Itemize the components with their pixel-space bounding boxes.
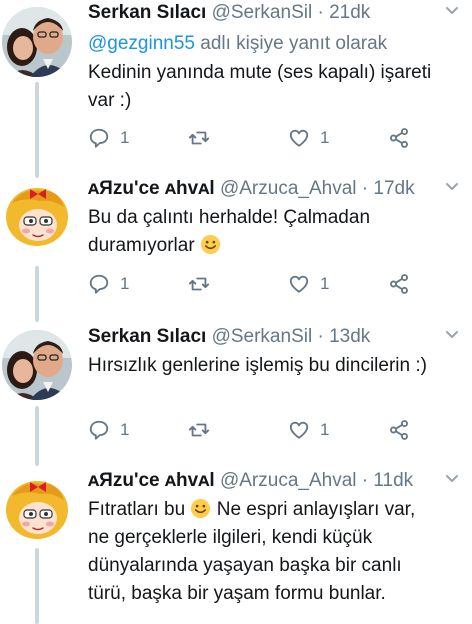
tweet-text-line: Bu da çalıntı herhalde! Çalmadan <box>88 207 371 228</box>
reply-count: 1 <box>120 274 130 293</box>
timestamp[interactable]: 21dk <box>329 2 370 23</box>
tweet[interactable]: ᴀЯzu'ce ᴀhvᴀl @Arzuca_Ahval · 17dk Bu da… <box>0 176 472 306</box>
retweet-icon <box>188 131 210 145</box>
tweet-actions: 1 1 <box>88 126 428 150</box>
tweet-text: Bu da çalıntı herhalde! Çalmadan duramıy… <box>88 204 466 260</box>
share-icon <box>390 420 408 440</box>
avatar[interactable] <box>2 330 72 400</box>
share-icon <box>390 128 408 148</box>
reply-icon <box>89 128 109 148</box>
like-button[interactable]: 1 <box>288 126 329 150</box>
tweet-text-line: Fıtratları bu <box>88 499 186 520</box>
mention-link[interactable]: @gezginn55 <box>88 33 195 54</box>
chevron-down-icon[interactable] <box>444 470 460 486</box>
separator: · <box>361 470 369 491</box>
author-handle[interactable]: @SerkanSil <box>212 2 313 23</box>
share-icon <box>390 274 408 294</box>
author-handle[interactable]: @SerkanSil <box>212 326 313 347</box>
reply-button[interactable]: 1 <box>88 126 129 150</box>
chevron-down-icon[interactable] <box>444 2 460 18</box>
tweet-text-line: dünyalarında yaşayan başka bir canlı <box>88 555 402 576</box>
tweet-text-line: Kedinin yanında mute (ses kapalı) işaret… <box>88 62 432 83</box>
reply-context: @gezginn55 adlı kişiye yanıt olarak <box>88 30 466 58</box>
smiling-emoji <box>200 234 220 255</box>
tweet-text: Fıtratları bu Ne espri anlayışları var, … <box>88 496 466 608</box>
reply-icon <box>89 420 109 440</box>
timestamp[interactable]: 17dk <box>373 178 414 199</box>
tweet-text-line: Ne espri anlayışları var, <box>216 499 416 520</box>
author-handle[interactable]: @Arzuca_Ahval <box>220 470 357 491</box>
like-icon <box>289 129 309 147</box>
reply-count: 1 <box>120 420 130 439</box>
tweet-header: Serkan Sılacı @SerkanSil · 13dk <box>88 324 466 350</box>
tweet-header: Serkan Sılacı @SerkanSil · 21dk <box>88 0 466 26</box>
tweet-text: Kedinin yanında mute (ses kapalı) işaret… <box>88 59 466 115</box>
chevron-down-icon[interactable] <box>444 178 460 194</box>
share-button[interactable] <box>388 126 410 150</box>
retweet-button[interactable] <box>188 126 210 150</box>
chevron-down-icon[interactable] <box>444 326 460 342</box>
retweet-icon <box>188 277 210 291</box>
like-count: 1 <box>320 420 330 439</box>
retweet-button[interactable] <box>188 418 210 442</box>
timestamp[interactable]: 11dk <box>373 470 413 491</box>
avatar[interactable] <box>2 474 72 544</box>
retweet-icon <box>188 423 210 437</box>
timestamp[interactable]: 13dk <box>329 326 370 347</box>
separator: · <box>317 326 324 347</box>
tweet-text-line: türü, başka bir yaşam formu bunlar. <box>88 583 386 604</box>
author-handle[interactable]: @Arzuca_Ahval <box>220 178 357 199</box>
share-button[interactable] <box>388 272 410 296</box>
tweet-text-line: duramıyorlar <box>88 235 195 256</box>
reply-context-text: adlı kişiye yanıt olarak <box>194 33 388 54</box>
like-icon <box>289 275 309 293</box>
retweet-button[interactable] <box>188 272 210 296</box>
tweet-header: ᴀЯzu'ce ᴀhvᴀl @Arzuca_Ahval · 11dk <box>88 468 466 494</box>
tweet[interactable]: Serkan Sılacı @SerkanSil · 21dk @gezginn… <box>0 0 472 160</box>
tweet-header: ᴀЯzu'ce ᴀhvᴀl @Arzuca_Ahval · 17dk <box>88 176 466 202</box>
separator: · <box>361 178 369 199</box>
author-name[interactable]: Serkan Sılacı <box>88 2 206 23</box>
tweet-actions: 1 1 <box>88 418 428 442</box>
like-button[interactable]: 1 <box>288 418 329 442</box>
tweet-text: Hırsızlık genlerine işlemiş bu dincileri… <box>88 352 466 380</box>
like-icon <box>289 421 309 439</box>
tweet-text-line: var :) <box>88 90 132 111</box>
tweet-actions: 1 1 <box>88 272 428 296</box>
like-count: 1 <box>320 274 330 293</box>
reply-count: 1 <box>120 128 130 147</box>
reply-button[interactable]: 1 <box>88 272 129 296</box>
reply-button[interactable]: 1 <box>88 418 129 442</box>
author-name[interactable]: ᴀЯzu'ce ᴀhvᴀl <box>88 178 215 199</box>
avatar[interactable] <box>2 181 72 251</box>
smiling-emoji <box>191 498 211 519</box>
tweet[interactable]: ᴀЯzu'ce ᴀhvᴀl @Arzuca_Ahval · 11dk Fıtra… <box>0 468 472 624</box>
like-button[interactable]: 1 <box>288 272 329 296</box>
like-count: 1 <box>320 128 330 147</box>
author-name[interactable]: ᴀЯzu'ce ᴀhvᴀl <box>88 470 215 491</box>
share-button[interactable] <box>388 418 410 442</box>
tweet-text-line: Hırsızlık genlerine işlemiş bu dincileri… <box>88 355 427 376</box>
avatar[interactable] <box>2 7 72 77</box>
tweet[interactable]: Serkan Sılacı @SerkanSil · 13dk Hırsızlı… <box>0 324 472 448</box>
separator: · <box>317 2 324 23</box>
author-name[interactable]: Serkan Sılacı <box>88 326 206 347</box>
tweet-text-line: ne gerçeklerle ilgileri, kendi küçük <box>88 527 373 548</box>
reply-icon <box>89 274 109 294</box>
